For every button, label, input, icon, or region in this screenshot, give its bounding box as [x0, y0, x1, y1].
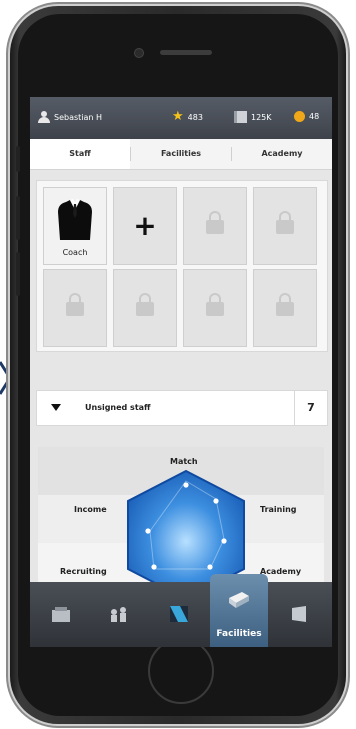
- mute-switch: [16, 146, 20, 172]
- star-icon: ★: [172, 109, 184, 124]
- nav-kit[interactable]: [150, 582, 208, 647]
- staff-grid: Coach +: [36, 180, 328, 352]
- nav-team[interactable]: [90, 582, 148, 647]
- volume-down-button: [16, 252, 20, 296]
- radar-label-recruiting: Recruiting: [60, 567, 107, 576]
- cards-icon: [234, 111, 247, 123]
- coin-icon: [294, 111, 305, 122]
- top-bar: Sebastian H ★ 483 125K 48: [30, 97, 332, 139]
- lock-icon: [66, 293, 84, 316]
- shop-icon: [292, 606, 306, 622]
- bottom-nav: Facilities: [30, 574, 332, 647]
- locked-slot: [253, 187, 317, 265]
- lock-icon: [276, 293, 294, 316]
- radar-label-training: Training: [260, 505, 297, 514]
- coins-value: 48: [309, 112, 320, 121]
- lock-icon: [136, 293, 154, 316]
- unsigned-staff-label: Unsigned staff: [85, 403, 151, 412]
- stadium-icon: [52, 607, 70, 622]
- nav-shop[interactable]: [270, 582, 328, 647]
- home-button[interactable]: [148, 638, 214, 704]
- person-icon: [38, 111, 50, 123]
- app-screen: Sebastian H ★ 483 125K 48 Staff Faciliti…: [30, 97, 332, 647]
- locked-slot: [183, 187, 247, 265]
- nav-facilities[interactable]: Facilities: [210, 574, 268, 647]
- staff-slot-coach[interactable]: Coach: [43, 187, 107, 265]
- stars-counter: ★ 483: [172, 109, 203, 124]
- profile[interactable]: Sebastian H: [38, 111, 102, 123]
- tab-facilities[interactable]: Facilities: [131, 139, 231, 169]
- facilities-icon: [229, 592, 249, 608]
- locked-slot: [253, 269, 317, 347]
- radar-label-match: Match: [170, 457, 198, 466]
- nav-stadium[interactable]: [32, 582, 90, 647]
- locked-slot: [43, 269, 107, 347]
- plus-icon: +: [133, 209, 157, 242]
- lock-icon: [206, 293, 224, 316]
- coach-label: Coach: [62, 248, 88, 257]
- locked-slot: [183, 269, 247, 347]
- cards-counter: 125K: [234, 111, 272, 123]
- nav-facilities-label: Facilities: [216, 629, 262, 639]
- radar-label-academy: Academy: [260, 567, 302, 576]
- lock-icon: [276, 211, 294, 234]
- stars-value: 483: [187, 112, 203, 122]
- add-staff-slot[interactable]: +: [113, 187, 177, 265]
- coins-counter: 48: [294, 111, 319, 122]
- username: Sebastian H: [54, 112, 103, 122]
- volume-up-button: [16, 196, 20, 240]
- expand-triangle-icon: [51, 404, 61, 411]
- locked-slot: [113, 269, 177, 347]
- front-camera: [134, 48, 144, 58]
- kit-icon: [170, 606, 188, 622]
- suit-icon: [58, 199, 92, 240]
- team-icon: [111, 607, 126, 622]
- unsigned-staff-row[interactable]: Unsigned staff 7: [36, 390, 328, 426]
- tab-bar: Staff Facilities Academy: [30, 139, 332, 170]
- cards-value: 125K: [251, 112, 272, 122]
- earpiece-speaker: [160, 50, 212, 55]
- tab-academy[interactable]: Academy: [232, 139, 332, 169]
- unsigned-staff-count: 7: [294, 391, 327, 425]
- lock-icon: [206, 211, 224, 234]
- radar-label-income: Income: [74, 505, 107, 514]
- tab-staff[interactable]: Staff: [30, 139, 130, 169]
